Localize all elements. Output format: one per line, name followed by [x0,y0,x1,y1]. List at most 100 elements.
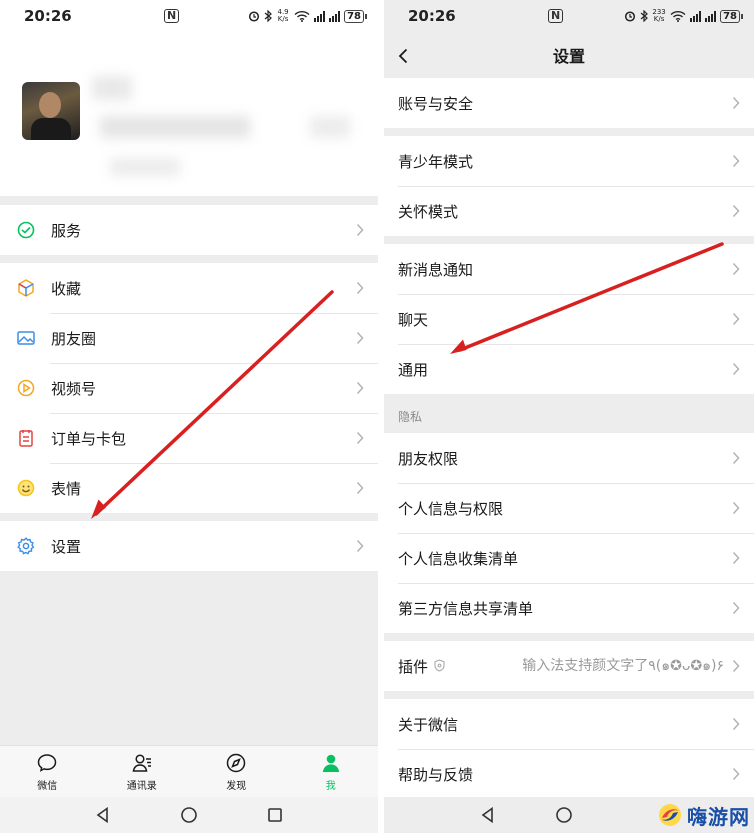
settings-item-label: 聊天 [398,310,429,329]
menu-item-stickers[interactable]: 表情 [0,463,378,513]
settings-gear-icon [17,537,35,555]
settings-item-account-security[interactable]: 账号与安全 [384,78,754,128]
chevron-right-icon [732,767,740,781]
me-person-icon [322,754,339,772]
chevron-right-icon [732,659,740,673]
avatar[interactable] [22,82,80,140]
back-arrow-icon[interactable] [398,48,408,64]
settings-item-about[interactable]: 关于微信 [384,699,754,749]
blurred-qr [310,116,350,138]
back-triangle-icon[interactable] [94,806,112,824]
settings-item-personal-info[interactable]: 个人信息与权限 [384,483,754,533]
settings-item-plugins[interactable]: 插件 输入法支持颜文字了٩(๑✪ᴗ✪๑)۶ [384,641,754,691]
settings-item-care-mode[interactable]: 关怀模式 [384,186,754,236]
chevron-right-icon [732,96,740,110]
recents-square-icon[interactable] [266,806,284,824]
status-indicators: 4.9 K/s 78 [248,8,367,23]
network-speed: 4.9 K/s [277,8,289,23]
chat-bubble-icon [37,754,57,772]
settings-header: 设置 [384,32,754,78]
nfc-icon: N [164,9,180,23]
settings-item-label: 关怀模式 [398,202,459,221]
wifi-icon [294,10,310,22]
wifi-icon [670,10,686,22]
swirl-logo-icon [659,804,681,826]
tab-label: 发现 [226,781,247,792]
menu-item-channels[interactable]: 视频号 [0,363,378,413]
settings-item-notifications[interactable]: 新消息通知 [384,244,754,294]
status-indicators: 233 K/s 78 [624,8,743,23]
chevron-right-icon [732,312,740,326]
discover-compass-icon [227,753,246,773]
settings-item-label: 个人信息收集清单 [398,549,519,568]
account-group: 账号与安全 [384,78,754,128]
settings-item-teen-mode[interactable]: 青少年模式 [384,136,754,186]
settings-page: 20:26 N 233 K/s 78 设置 账号与安全 青少年模式 关怀模式 新… [384,0,754,833]
settings-item-info-collection[interactable]: 个人信息收集清单 [384,533,754,583]
chevron-right-icon [356,381,364,395]
tab-me[interactable]: 我 [284,746,379,797]
section-label-privacy: 隐私 [398,410,423,424]
moments-picture-icon [17,331,35,345]
chevron-right-icon [732,451,740,465]
bluetooth-icon [264,10,272,22]
signal-icon [314,10,326,22]
settings-item-chat[interactable]: 聊天 [384,294,754,344]
alarm-icon [249,11,260,22]
settings-item-label: 通用 [398,360,429,379]
battery-icon: 78 [344,9,367,23]
nfc-icon: N [548,9,564,23]
status-time: 20:26 [408,7,456,25]
menu-item-label: 表情 [51,479,82,498]
chevron-right-icon [732,262,740,276]
tab-discover[interactable]: 发现 [189,746,284,797]
menu-item-orders-cards[interactable]: 订单与卡包 [0,413,378,463]
shield-icon [434,659,445,672]
profile-card[interactable] [0,32,378,196]
plugins-group: 插件 输入法支持颜文字了٩(๑✪ᴗ✪๑)۶ [384,641,754,691]
chevron-right-icon [356,539,364,553]
status-time: 20:26 [24,7,72,25]
bottom-tab-bar: 微信 通讯录 发现 我 [0,745,378,797]
chevron-right-icon [732,362,740,376]
settings-item-label: 新消息通知 [398,260,474,279]
watermark-text: 嗨游网 [687,804,750,829]
settings-item-help-feedback[interactable]: 帮助与反馈 [384,749,754,799]
menu-item-label: 朋友圈 [51,329,97,348]
menu-item-favorites[interactable]: 收藏 [0,263,378,313]
network-speed: 233 K/s [652,8,666,23]
chevron-right-icon [732,154,740,168]
settings-item-label: 青少年模式 [398,152,474,171]
settings-item-third-party-sharing[interactable]: 第三方信息共享清单 [384,583,754,633]
settings-item-label: 账号与安全 [398,94,474,113]
settings-item-general[interactable]: 通用 [384,344,754,394]
tab-contacts[interactable]: 通讯录 [95,746,190,797]
chevron-right-icon [356,223,364,237]
status-bar: 20:26 N 233 K/s 78 [384,0,754,32]
menu-item-label: 服务 [51,221,82,240]
chevron-right-icon [356,431,364,445]
signal-icon [690,10,702,22]
menu-item-label: 设置 [51,537,82,556]
menu-item-moments[interactable]: 朋友圈 [0,313,378,363]
chevron-right-icon [356,481,364,495]
home-circle-icon[interactable] [180,806,198,824]
chevron-right-icon [356,331,364,345]
wechat-pay-service-icon [17,221,35,239]
features-group: 收藏 朋友圈 视频号 订单与卡包 表情 [0,263,378,513]
menu-item-settings[interactable]: 设置 [0,521,378,571]
settings-group: 设置 [0,521,378,571]
settings-item-label: 第三方信息共享清单 [398,599,534,618]
back-triangle-icon[interactable] [479,806,497,824]
battery-icon: 78 [720,9,743,23]
menu-item-service[interactable]: 服务 [0,205,378,255]
orders-cards-icon [19,430,33,447]
tab-label: 我 [325,781,336,792]
tab-chats[interactable]: 微信 [0,746,95,797]
chevron-right-icon [356,281,364,295]
contacts-icon [132,754,151,772]
page-title: 设置 [552,47,585,66]
menu-item-label: 收藏 [51,279,82,298]
settings-item-friend-permissions[interactable]: 朋友权限 [384,433,754,483]
home-circle-icon[interactable] [555,806,573,824]
